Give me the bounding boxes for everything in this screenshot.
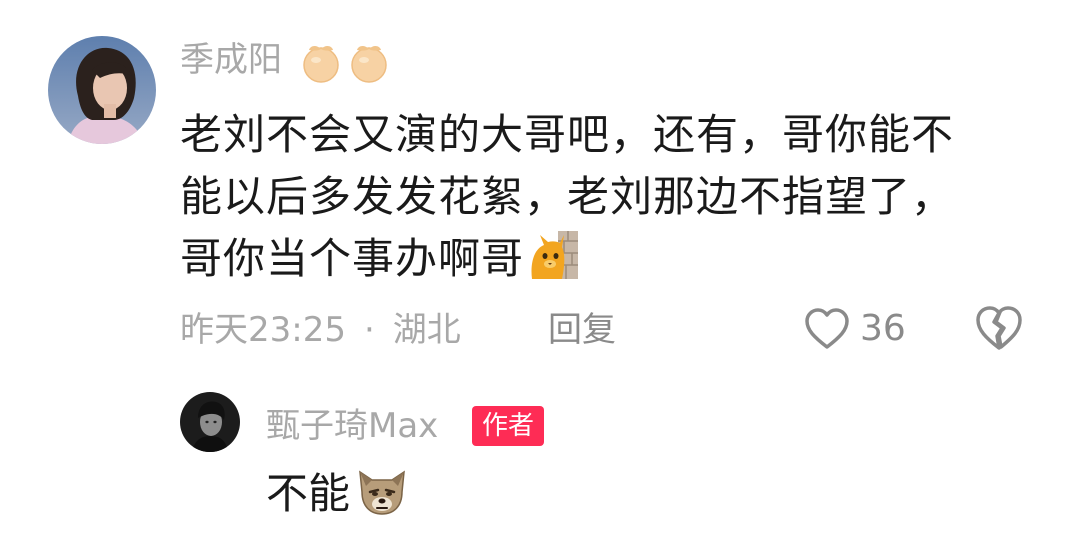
like-count: 36	[860, 308, 906, 349]
broken-heart-icon	[976, 306, 1022, 350]
location: 湖北	[392, 310, 461, 350]
comment-text-line-content: 哥你当个事办啊哥	[180, 234, 525, 283]
avatar[interactable]	[48, 36, 156, 144]
author-badge: 作者	[472, 406, 545, 446]
comment-thread: 季成阳 老刘不会又演的大哥吧，还有，哥你能不 能以后多发发花絮，老刘那边不指望了…	[0, 0, 1070, 538]
timestamp: 昨天23:25	[180, 310, 346, 350]
orange-badge-icon	[351, 46, 387, 83]
comment-text-line: 能以后多发发花絮，老刘那边不指望了，	[180, 172, 955, 221]
reply-text: 不能	[266, 462, 410, 524]
orange-badge-icon	[303, 46, 339, 83]
badge-row	[298, 40, 392, 84]
angry-dog-emoji	[354, 462, 410, 518]
cat-peeking-wall-emoji	[528, 229, 580, 281]
dislike-button[interactable]	[974, 304, 1024, 354]
comment-text-line: 老刘不会又演的大哥吧，还有，哥你能不	[180, 110, 955, 159]
comment-text-line: 哥你当个事办啊哥	[180, 228, 1030, 290]
avatar[interactable]	[180, 392, 240, 452]
comment-text: 老刘不会又演的大哥吧，还有，哥你能不 能以后多发发花絮，老刘那边不指望了， 哥你…	[180, 104, 1030, 290]
comment-username[interactable]: 季成阳	[180, 40, 282, 80]
heart-icon	[805, 308, 849, 349]
separator: ·	[363, 310, 375, 350]
comment-meta: 昨天23:25 · 湖北	[180, 306, 461, 354]
like-button[interactable]: 36	[804, 304, 906, 354]
reply-text-content: 不能	[266, 469, 351, 518]
reply-button[interactable]: 回复	[548, 306, 616, 354]
reply-username[interactable]: 甄子琦Max	[266, 406, 438, 446]
